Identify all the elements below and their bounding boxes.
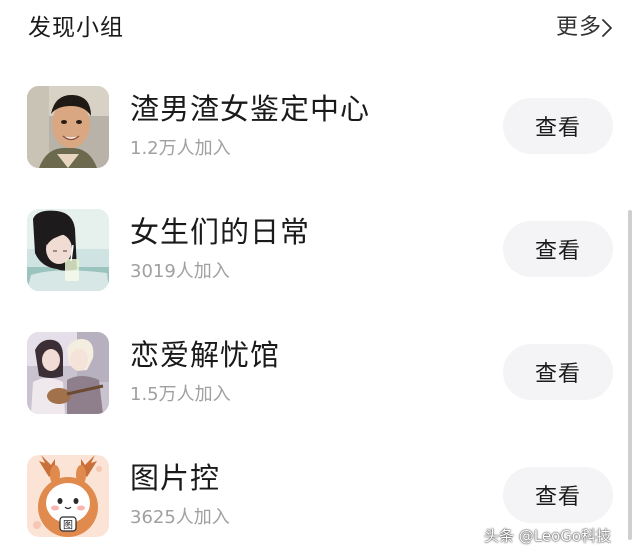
group-item[interactable]: 女生们的日常 3019人加入 查看 <box>0 193 640 303</box>
group-member-count: 1.2万人加入 <box>130 138 231 159</box>
group-name: 图片控 <box>130 461 221 495</box>
group-member-count: 1.5万人加入 <box>130 384 231 405</box>
chevron-right-icon[interactable] <box>602 19 612 37</box>
group-item[interactable]: 恋爱解忧馆 1.5万人加入 查看 <box>0 316 640 426</box>
view-button[interactable]: 查看 <box>503 467 613 523</box>
group-member-count: 3019人加入 <box>130 261 230 282</box>
view-button[interactable]: 查看 <box>503 344 613 400</box>
group-name: 渣男渣女鉴定中心 <box>130 92 371 126</box>
avatar-badge-text: 图 <box>63 520 73 532</box>
section-header: 发现小组 更多 <box>0 0 640 58</box>
section-title: 发现小组 <box>28 15 124 41</box>
view-button[interactable]: 查看 <box>503 221 613 277</box>
group-avatar-couple-guitar[interactable] <box>27 332 109 414</box>
scrollbar[interactable] <box>628 210 632 540</box>
group-member-count: 3625人加入 <box>130 507 230 528</box>
group-name: 恋爱解忧馆 <box>130 338 281 372</box>
group-name: 女生们的日常 <box>130 215 311 249</box>
group-avatar-rabbit-cartoon[interactable]: 图 <box>27 455 109 537</box>
view-button[interactable]: 查看 <box>503 98 613 154</box>
group-avatar-man-portrait[interactable] <box>27 86 109 168</box>
watermark: 头条 @LeoGo科技 <box>484 527 612 545</box>
group-item[interactable]: 渣男渣女鉴定中心 1.2万人加入 查看 <box>0 70 640 180</box>
group-avatar-girl-drink[interactable] <box>27 209 109 291</box>
more-link[interactable]: 更多 <box>556 12 602 44</box>
